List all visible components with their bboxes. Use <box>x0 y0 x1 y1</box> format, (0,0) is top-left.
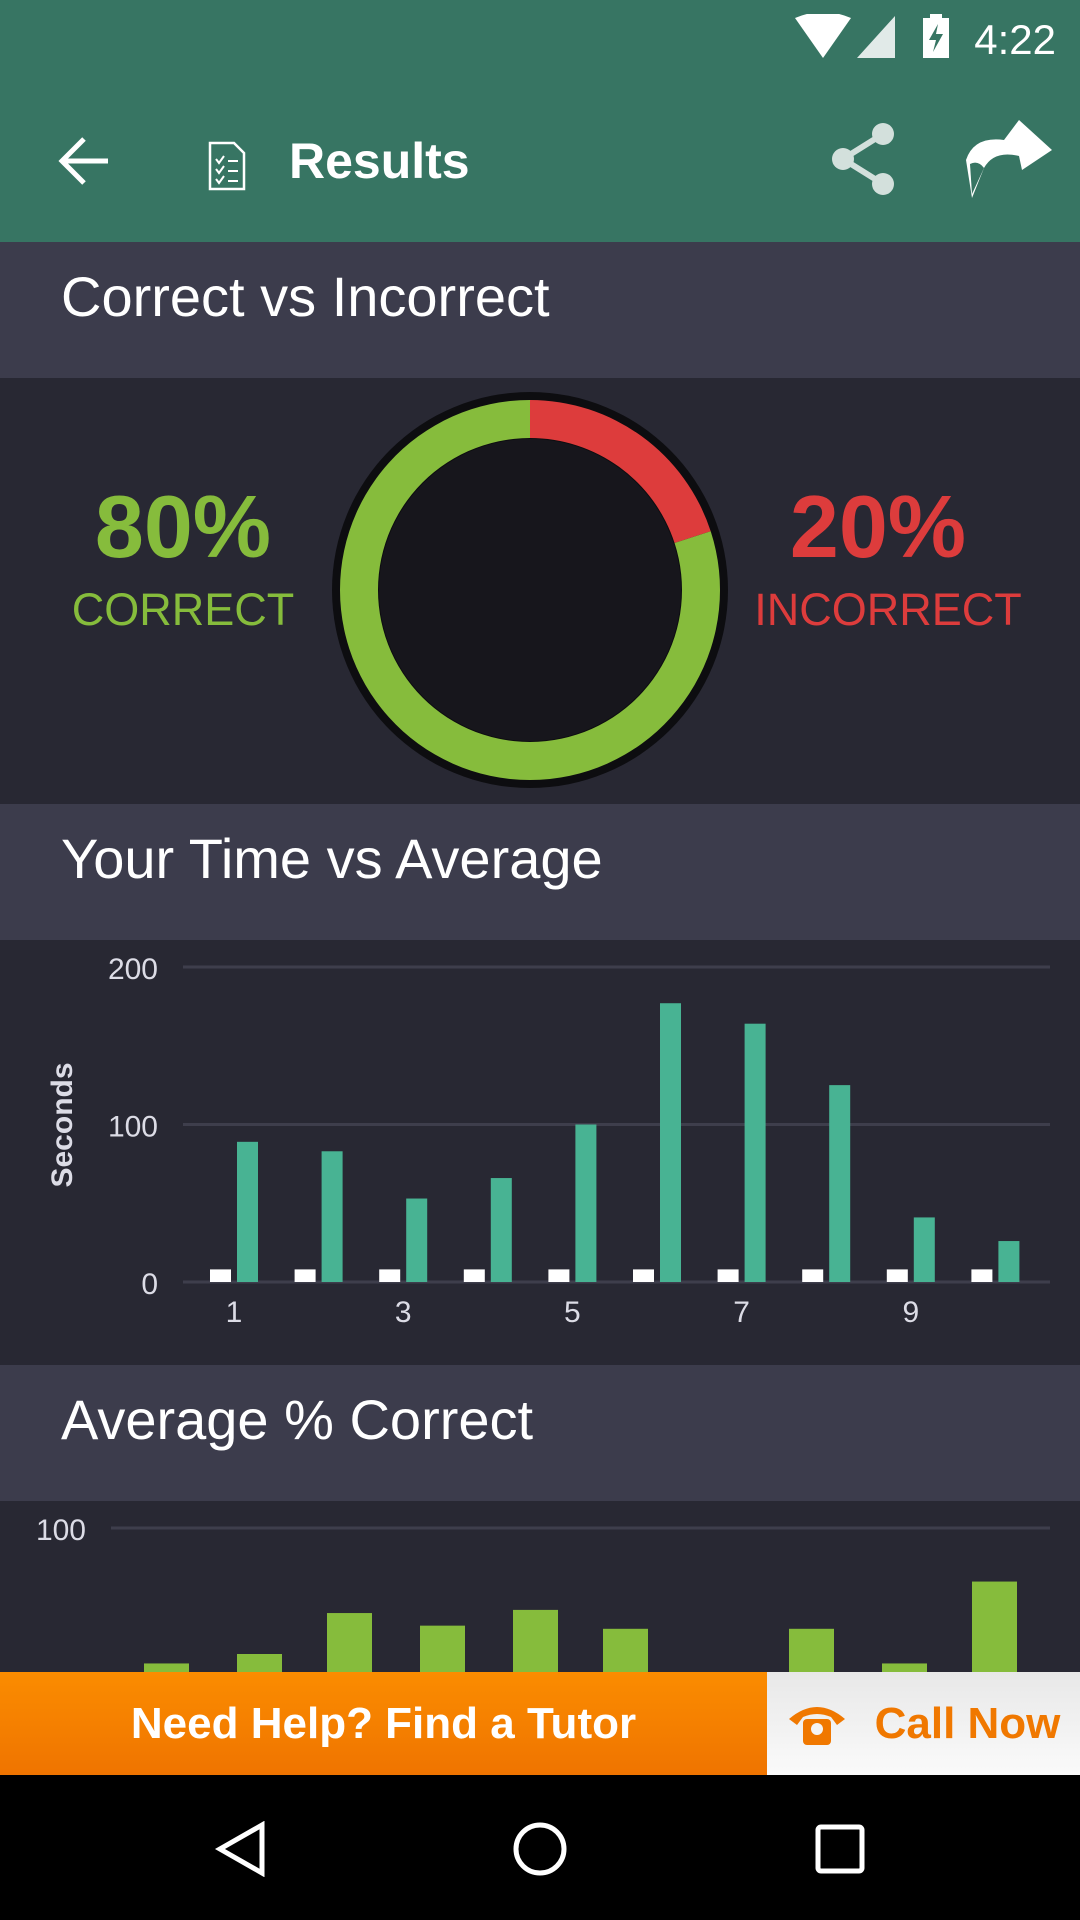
x-tick-label: 7 <box>733 1296 750 1329</box>
section-header-correct: Correct vs Incorrect <box>0 242 1080 378</box>
find-tutor-banner[interactable]: Need Help? Find a Tutor <box>0 1672 767 1775</box>
checklist-document-icon <box>208 141 246 191</box>
avg-time-bar <box>886 1269 908 1282</box>
section-title: Correct vs Incorrect <box>61 265 550 328</box>
avg-time-bar <box>802 1269 824 1282</box>
your-time-bar <box>490 1178 512 1282</box>
donut-center <box>379 439 681 741</box>
your-time-bar <box>575 1124 597 1282</box>
recents-icon[interactable] <box>814 1823 866 1875</box>
battery-charging-icon <box>923 14 949 58</box>
avg-correct-bar-chart: 100 <box>36 1514 1050 1672</box>
avg-correct-bar <box>144 1663 189 1672</box>
signal-icon <box>857 16 895 58</box>
avg-time-bar <box>548 1269 570 1282</box>
avg-time-bar <box>379 1269 401 1282</box>
incorrect-label: INCORRECT <box>754 584 1022 635</box>
avg-time-bar <box>463 1269 485 1282</box>
home-icon[interactable] <box>512 1821 568 1877</box>
y-tick-label: 100 <box>108 1111 158 1144</box>
your-time-bar <box>406 1198 428 1282</box>
telephone-icon <box>788 1706 845 1745</box>
time-bar-chart: Seconds 0 100 200 1 3 5 7 9 <box>46 953 1050 1329</box>
avg-correct-bar <box>513 1609 558 1672</box>
status-icons <box>795 14 949 58</box>
incorrect-percent: 20% <box>789 477 967 576</box>
avg-time-bar <box>210 1269 231 1282</box>
avg-correct-bar <box>882 1663 927 1672</box>
forward-arrow-icon[interactable] <box>964 120 1054 202</box>
avg-time-bar <box>294 1269 316 1282</box>
y-tick-label: 200 <box>108 953 158 986</box>
donut-chart <box>332 392 728 788</box>
status-time: 4:22 <box>974 16 1056 63</box>
y-tick-label: 0 <box>141 1268 158 1301</box>
call-now-button[interactable]: Call Now <box>767 1672 1080 1775</box>
call-now-label: Call Now <box>874 1698 1061 1748</box>
avg-correct-bar <box>420 1625 465 1672</box>
your-time-bar <box>660 1003 681 1282</box>
wifi-icon <box>795 14 851 58</box>
x-tick-label: 5 <box>564 1296 581 1329</box>
your-time-bar <box>913 1217 935 1282</box>
your-time-bar <box>744 1023 766 1282</box>
avg-time-bar <box>971 1269 993 1282</box>
y-tick-label: 100 <box>36 1514 86 1547</box>
your-time-bar <box>321 1151 343 1282</box>
correct-percent: 80% <box>94 477 272 576</box>
avg-time-bar <box>717 1269 739 1282</box>
section-header-time: Your Time vs Average <box>0 804 1080 940</box>
avg-time-bar <box>633 1269 654 1282</box>
avg-correct-bar <box>327 1613 372 1672</box>
your-time-bar <box>829 1085 851 1282</box>
your-time-bar <box>998 1241 1020 1282</box>
x-tick-label: 9 <box>902 1296 919 1329</box>
app-bar: 4:22 Results <box>0 0 1080 242</box>
section-header-avg: Average % Correct <box>0 1365 1080 1501</box>
avg-correct-bar <box>237 1654 282 1672</box>
y-axis-label: Seconds <box>46 1062 79 1187</box>
back-icon[interactable] <box>214 1821 268 1877</box>
avg-correct-bar <box>789 1628 834 1672</box>
correct-panel: 80% CORRECT 20% INCORRECT <box>0 378 1080 804</box>
avg-correct-bar <box>603 1628 648 1672</box>
share-icon[interactable] <box>828 122 900 196</box>
back-arrow-icon[interactable] <box>58 136 112 186</box>
x-tick-label: 1 <box>226 1296 243 1329</box>
x-tick-label: 3 <box>395 1296 412 1329</box>
page-title: Results <box>289 133 470 189</box>
section-title: Your Time vs Average <box>61 827 603 890</box>
navigation-bar <box>0 1775 1080 1920</box>
correct-label: CORRECT <box>71 584 295 635</box>
section-title: Average % Correct <box>61 1388 534 1451</box>
avg-correct-bar <box>972 1581 1017 1672</box>
your-time-bar <box>237 1141 258 1282</box>
